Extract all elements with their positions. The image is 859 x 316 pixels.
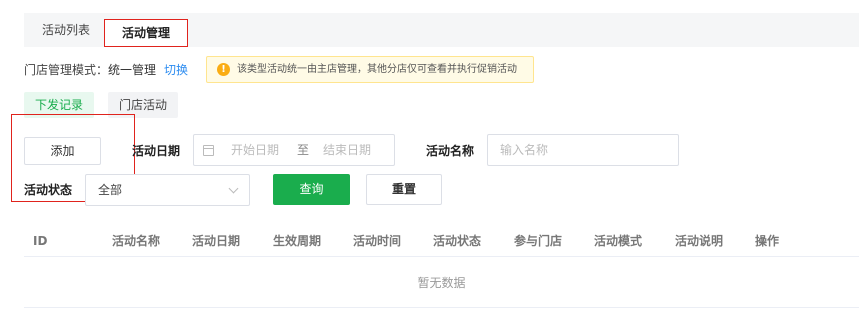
- tab-activity-manage[interactable]: 活动管理: [104, 19, 188, 47]
- column-header-stores: 参与门店: [514, 234, 563, 248]
- store-mode-label: 门店管理模式：: [24, 63, 109, 77]
- column-header-id: ID: [33, 234, 48, 248]
- empty-data-text: 暂无数据: [417, 276, 466, 290]
- table-empty-row: 暂无数据: [24, 258, 859, 308]
- top-tab-bar: 活动列表 活动管理: [24, 13, 859, 47]
- warning-icon: !: [217, 63, 230, 76]
- column-header-period: 生效周期: [273, 234, 322, 248]
- status-select-value: 全部: [98, 183, 123, 197]
- query-button[interactable]: 查询: [273, 174, 350, 205]
- activity-status-select[interactable]: 全部: [85, 174, 250, 206]
- store-mode-value: 统一管理: [108, 63, 157, 77]
- activity-date-label: 活动日期: [132, 144, 181, 158]
- switch-mode-link[interactable]: 切换: [164, 63, 188, 77]
- activity-status-label: 活动状态: [24, 183, 73, 197]
- column-header-time: 活动时间: [353, 234, 402, 248]
- calendar-icon: [203, 145, 214, 156]
- column-header-date: 活动日期: [192, 234, 241, 248]
- activity-name-label: 活动名称: [426, 144, 475, 158]
- date-range-separator: 至: [297, 143, 310, 157]
- activity-name-input[interactable]: [487, 134, 679, 166]
- notice-text: 该类型活动统一由主店管理，其他分店仅可查看并执行促销活动: [237, 64, 517, 75]
- date-range-picker[interactable]: 开始日期 至 结束日期: [193, 134, 395, 166]
- date-start-placeholder: 开始日期: [231, 143, 280, 157]
- column-header-status: 活动状态: [433, 234, 482, 248]
- add-button[interactable]: 添加: [24, 137, 101, 165]
- date-end-placeholder: 结束日期: [323, 143, 372, 157]
- chevron-down-icon: [228, 183, 239, 194]
- column-header-actions: 操作: [755, 234, 780, 248]
- store-mode-row: 门店管理模式：统一管理 切换: [24, 58, 188, 82]
- table-header: ID 活动名称 活动日期 生效周期 活动时间 活动状态 参与门店 活动模式 活动…: [24, 225, 859, 257]
- column-header-name: 活动名称: [112, 234, 161, 248]
- column-header-mode: 活动模式: [594, 234, 643, 248]
- reset-button[interactable]: 重置: [366, 174, 442, 205]
- tab-activity-list[interactable]: 活动列表: [36, 18, 96, 42]
- notice-banner: ! 该类型活动统一由主店管理，其他分店仅可查看并执行促销活动: [206, 56, 534, 83]
- column-header-description: 活动说明: [675, 234, 724, 248]
